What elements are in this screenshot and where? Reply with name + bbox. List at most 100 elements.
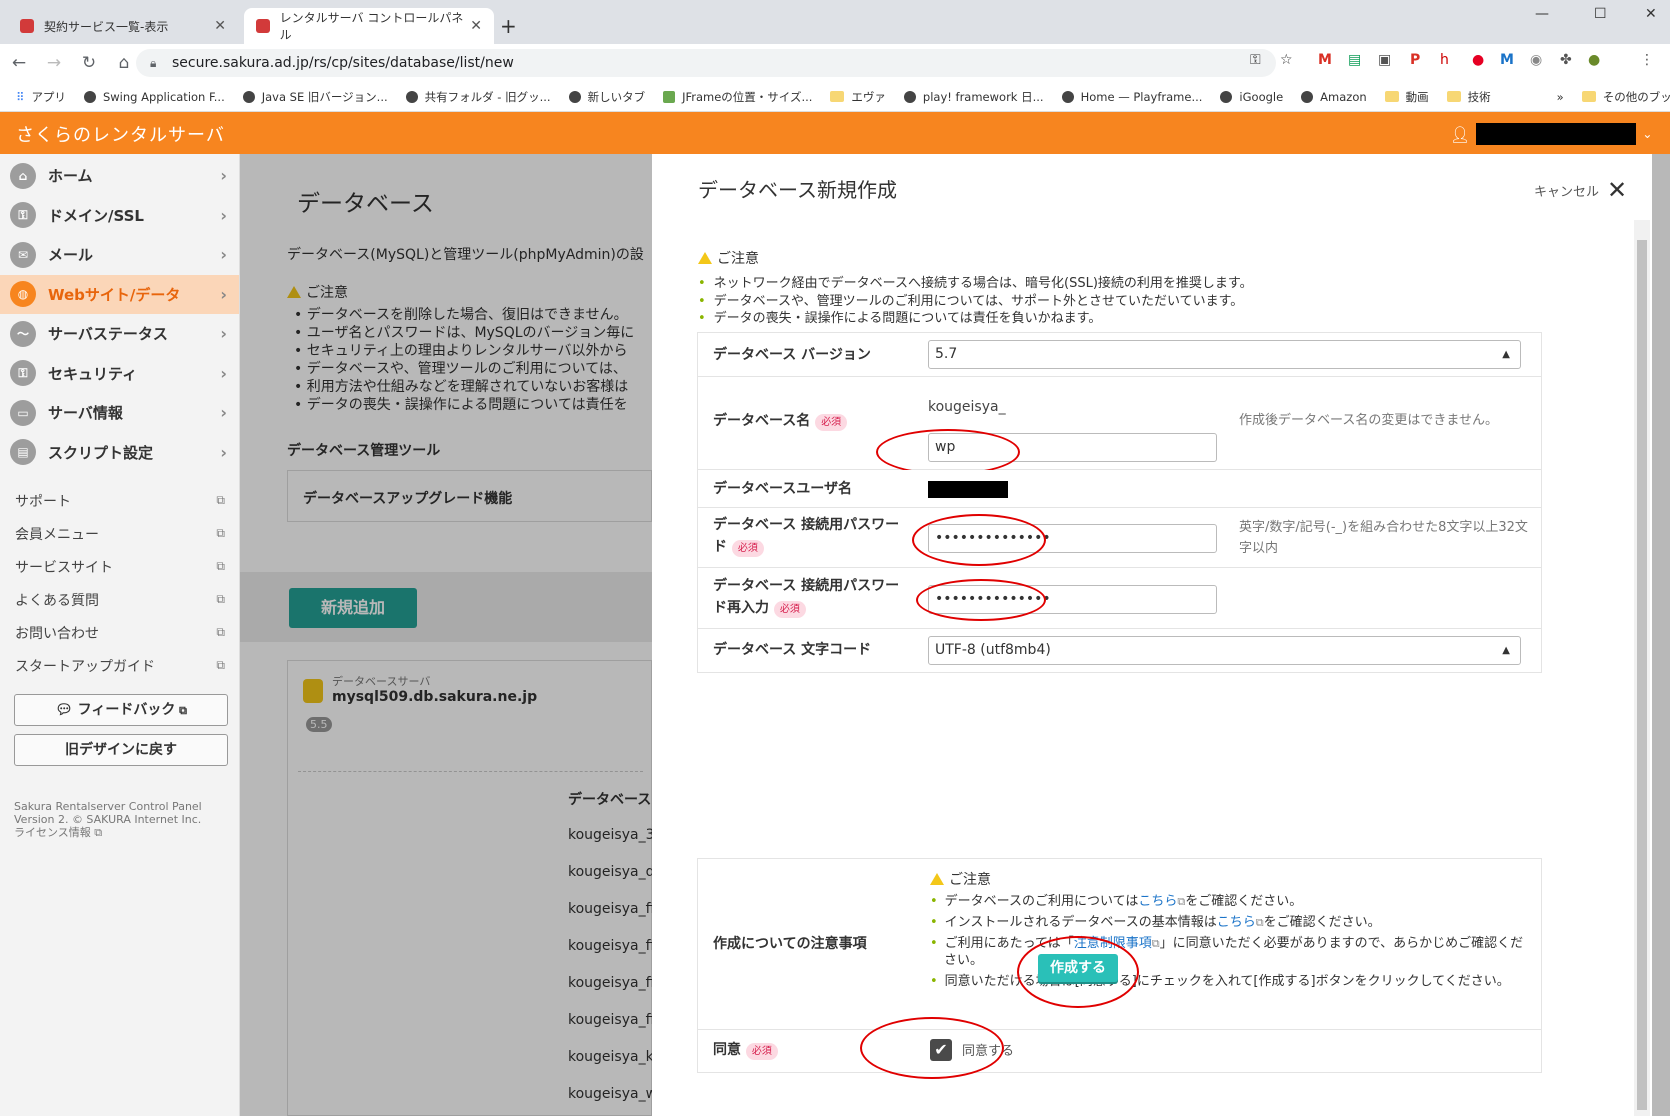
pinterest-icon[interactable]: ● bbox=[1472, 52, 1484, 68]
minimize-icon[interactable]: — bbox=[1535, 6, 1549, 22]
external-link-icon: ⧉ bbox=[216, 625, 225, 639]
required-badge: 必須 bbox=[815, 414, 848, 431]
redacted-db-user bbox=[928, 481, 1008, 498]
tab-title: レンタルサーバ コントロールパネル bbox=[279, 11, 464, 42]
maximize-icon[interactable]: ☐ bbox=[1594, 6, 1607, 22]
db-name-hint: 作成後データベース名の変更はできません。 bbox=[1239, 413, 1498, 428]
browser-tab-active[interactable]: レンタルサーバ コントロールパネル ✕ bbox=[244, 8, 494, 44]
address-bar[interactable]: 🔒︎ secure.sakura.ad.jp/rs/cp/sites/datab… bbox=[136, 49, 1276, 77]
feedback-button[interactable]: 💬︎ フィードバック ⧉ bbox=[14, 694, 228, 726]
key-icon[interactable]: ⚿ bbox=[1250, 52, 1261, 68]
sheet-extension-icon[interactable]: ▤ bbox=[1348, 52, 1361, 68]
bookmark-item[interactable]: play! framework 日... bbox=[903, 89, 1044, 105]
server-icon: ▭ bbox=[10, 399, 36, 426]
annotation-circle bbox=[1017, 936, 1139, 1008]
menu-dots-icon[interactable]: ⋮ bbox=[1640, 52, 1654, 68]
browser-toolbar: ← → ↻ ⌂ 🔒︎ secure.sakura.ad.jp/rs/cp/sit… bbox=[0, 44, 1670, 82]
circle-extension-icon[interactable]: ◉ bbox=[1530, 52, 1542, 68]
form-row-db-user: データベースユーザ名 bbox=[698, 470, 1541, 508]
redacted-username bbox=[1476, 123, 1637, 145]
bookmark-folder[interactable]: 動画 bbox=[1384, 89, 1429, 105]
required-badge: 必須 bbox=[731, 540, 764, 557]
bookmark-item[interactable]: 新しいタブ bbox=[568, 89, 645, 105]
chevron-right-icon: › bbox=[220, 205, 227, 225]
home-icon: ⌂ bbox=[10, 162, 36, 189]
sidebar-link-startup-guide[interactable]: スタートアップガイド ⧉ bbox=[0, 649, 239, 682]
gmail-extension-icon[interactable]: M bbox=[1318, 52, 1332, 68]
sidebar-item-server-status[interactable]: 〜サーバステータス › bbox=[0, 314, 239, 354]
globe-icon bbox=[1301, 90, 1314, 103]
external-link-icon: ⧉ bbox=[175, 704, 188, 717]
chevron-right-icon: › bbox=[220, 284, 227, 304]
old-design-button[interactable]: 旧デザインに戻す bbox=[14, 734, 228, 766]
bookmark-item[interactable]: Java SE 旧バージョン... bbox=[242, 89, 388, 105]
cancel-button[interactable]: キャンセル ✕ bbox=[1534, 176, 1627, 204]
hatena-extension-icon[interactable]: h bbox=[1440, 52, 1449, 68]
sidebar-item-website-data[interactable]: ◍ Webサイト/データ › bbox=[0, 274, 239, 314]
chevron-right-icon: › bbox=[220, 324, 227, 344]
bookmark-item[interactable]: JFrameの位置・サイズ... bbox=[663, 89, 812, 105]
user-menu[interactable]: 👤︎ ⌄ bbox=[1450, 123, 1652, 145]
charset-select[interactable]: UTF-8 (utf8mb4) ▲ bbox=[928, 636, 1521, 665]
page-icon bbox=[663, 90, 676, 103]
profile-avatar[interactable]: ● bbox=[1588, 52, 1600, 68]
bookmark-item[interactable]: Home — Playframe... bbox=[1061, 90, 1202, 104]
sidebar-item-security[interactable]: ⚿ セキュリティ › bbox=[0, 354, 239, 394]
sidebar-item-home[interactable]: ⌂ ホーム › bbox=[0, 156, 239, 196]
globe-icon: ◍ bbox=[10, 281, 36, 308]
browser-tab-strip: 契約サービス一覧-表示 ✕ レンタルサーバ コントロールパネル ✕ + — ☐ … bbox=[0, 0, 1670, 44]
sidebar: ⌂ ホーム › ⚿ ドメイン/SSL › ✉ メール › ◍ Webサイト/データ › 〜サーバ… bbox=[0, 154, 240, 1116]
bookmark-star-icon[interactable]: ☆ bbox=[1280, 52, 1293, 68]
sidebar-link-faq[interactable]: よくある質問 ⧉ bbox=[0, 583, 239, 616]
sidebar-item-domain[interactable]: ⚿ ドメイン/SSL › bbox=[0, 196, 239, 236]
sakura-favicon-icon bbox=[256, 19, 270, 33]
terms-link[interactable]: こちら bbox=[1217, 915, 1256, 930]
back-icon[interactable]: ← bbox=[3, 53, 35, 73]
warning-icon bbox=[698, 252, 712, 264]
browser-tab[interactable]: 契約サービス一覧-表示 ✕ bbox=[8, 8, 238, 44]
bookmark-item[interactable]: 共有フォルダ - 旧グッ... bbox=[405, 89, 551, 105]
chevron-right-icon: › bbox=[220, 403, 227, 423]
version-select[interactable]: 5.7 ▲ bbox=[928, 340, 1521, 369]
bookmarks-overflow-button[interactable]: » bbox=[1557, 90, 1564, 104]
puzzle-icon[interactable]: ✤ bbox=[1560, 52, 1572, 68]
new-tab-button[interactable]: + bbox=[500, 14, 517, 38]
sidebar-link-member[interactable]: 会員メニュー ⧉ bbox=[0, 517, 239, 550]
license-link[interactable]: ライセンス情報 ⧉ bbox=[14, 826, 239, 839]
m-extension-icon[interactable]: M bbox=[1500, 52, 1514, 68]
sidebar-link-service-site[interactable]: サービスサイト ⧉ bbox=[0, 550, 239, 583]
bookmark-folder[interactable]: 技術 bbox=[1446, 89, 1491, 105]
panel-title: データベース新規作成 bbox=[698, 178, 897, 202]
close-tab-icon[interactable]: ✕ bbox=[470, 18, 482, 34]
forward-icon[interactable]: → bbox=[38, 53, 70, 73]
required-badge: 必須 bbox=[745, 1043, 778, 1060]
annotation-circle bbox=[860, 1017, 1004, 1079]
lock-icon: 🔒︎ bbox=[150, 56, 157, 70]
other-bookmarks-folder[interactable]: その他のブックマーク bbox=[1581, 89, 1670, 105]
p-extension-icon[interactable]: P bbox=[1410, 52, 1420, 68]
required-badge: 必須 bbox=[773, 601, 806, 618]
extension-icon[interactable]: ▣ bbox=[1378, 52, 1391, 68]
globe-icon bbox=[1061, 90, 1074, 103]
bookmark-item[interactable]: Amazon bbox=[1301, 90, 1367, 104]
chevron-right-icon: › bbox=[220, 363, 227, 383]
close-tab-icon[interactable]: ✕ bbox=[214, 18, 226, 34]
terms-link[interactable]: こちら bbox=[1138, 894, 1177, 909]
sidebar-link-support[interactable]: サポート ⧉ bbox=[0, 484, 239, 517]
form-row-version: データベース バージョン 5.7 ▲ bbox=[698, 333, 1541, 377]
database-form: データベース バージョン 5.7 ▲ データベース名 必須 kougeisya_ … bbox=[697, 332, 1542, 673]
sidebar-item-server-info[interactable]: ▭ サーバ情報 › bbox=[0, 393, 239, 433]
sidebar-item-script[interactable]: ▤ スクリプト設定 › bbox=[0, 433, 239, 473]
sidebar-item-mail[interactable]: ✉ メール › bbox=[0, 235, 239, 275]
window-close-icon[interactable]: ✕ bbox=[1645, 6, 1657, 22]
bookmark-item[interactable]: iGoogle bbox=[1220, 90, 1283, 104]
bookmark-folder[interactable]: エヴァ bbox=[830, 89, 886, 105]
annotation-circle bbox=[876, 429, 1020, 475]
sidebar-link-contact[interactable]: お問い合わせ ⧉ bbox=[0, 616, 239, 649]
reload-icon[interactable]: ↻ bbox=[73, 53, 105, 73]
app-title[interactable]: さくらのレンタルサーバ bbox=[16, 121, 225, 147]
chart-icon: 〜 bbox=[10, 320, 36, 347]
bookmark-item[interactable]: Swing Application F... bbox=[83, 90, 225, 104]
bookmark-item[interactable]: ⠿ アプリ bbox=[16, 89, 66, 105]
scrollbar[interactable] bbox=[1634, 220, 1650, 1116]
